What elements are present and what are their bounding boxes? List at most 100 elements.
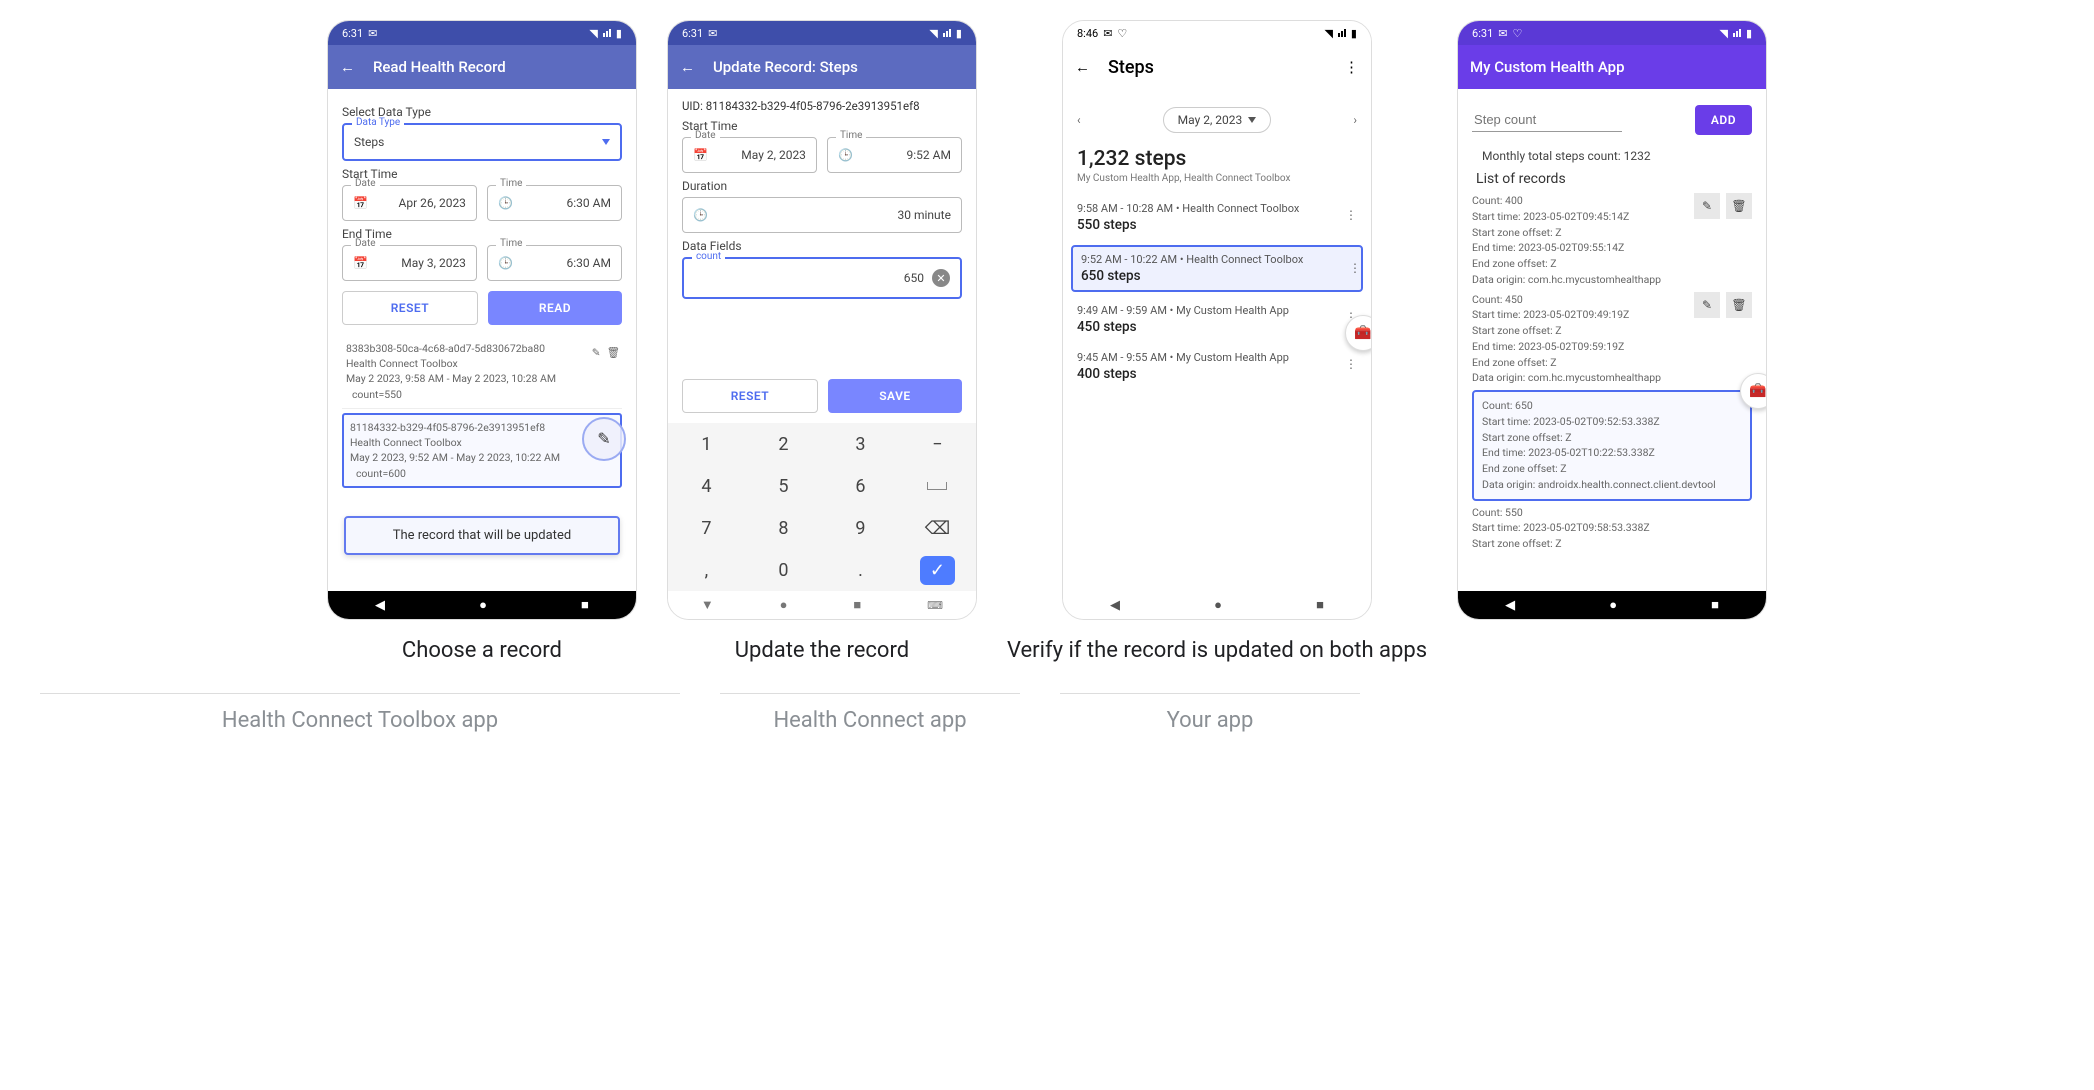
delete-button[interactable]: 🗑 — [1726, 193, 1752, 219]
count-input[interactable]: count 650 ✕ — [682, 257, 962, 299]
entry[interactable]: 9:45 AM - 9:55 AM • My Custom Health App… — [1077, 343, 1357, 390]
back-arrow-icon[interactable]: ← — [680, 58, 695, 76]
end-date-picker[interactable]: Date 📅 May 3, 2023 — [342, 245, 477, 281]
keypad-key[interactable]: 9 — [822, 507, 899, 549]
more-icon[interactable]: ⋮ — [1349, 261, 1361, 275]
start-time-picker[interactable]: Time 🕒 6:30 AM — [487, 185, 622, 221]
add-button[interactable]: ADD — [1695, 105, 1752, 135]
calendar-icon: 📅 — [693, 148, 708, 162]
nav-back-icon[interactable]: ▼ — [701, 597, 714, 613]
keypad-key[interactable]: 1 — [668, 423, 745, 465]
duration-input[interactable]: 🕒 30 minute — [682, 197, 962, 233]
keypad-key[interactable]: ✓ — [899, 549, 976, 591]
entry[interactable]: 9:58 AM - 10:28 AM • Health Connect Tool… — [1077, 194, 1357, 241]
more-icon[interactable]: ⋮ — [1344, 58, 1359, 76]
record-uid: 8383b308-50ca-4c68-a0d7-5d830672ba80 — [346, 341, 618, 356]
list-header: List of records — [1476, 171, 1752, 187]
record-card: Count: 550Start time: 2023-05-02T09:58:5… — [1472, 505, 1752, 552]
nav-recent-icon[interactable]: ■ — [1316, 597, 1324, 613]
chevron-down-icon — [602, 139, 610, 145]
section-label-toolbox: Health Connect Toolbox app — [20, 708, 700, 733]
date-picker[interactable]: Date 📅 May 2, 2023 — [682, 137, 817, 173]
entry-time: 9:52 AM - 10:22 AM • Health Connect Tool… — [1081, 253, 1353, 266]
nav-home-icon[interactable]: ● — [1214, 597, 1222, 613]
app-bar-title: My Custom Health App — [1470, 58, 1625, 76]
records-list: Count: 400Start time: 2023-05-02T09:45:1… — [1472, 193, 1752, 556]
back-arrow-icon[interactable]: ← — [1075, 58, 1090, 76]
start-time-value: 6:30 AM — [567, 196, 611, 210]
nav-back-icon[interactable]: ◀ — [375, 598, 385, 613]
status-bar: 6:31 ✉ ♡ ◥ ▮ — [1458, 21, 1766, 45]
wifi-icon: ◥ — [1324, 27, 1332, 40]
date-selector[interactable]: May 2, 2023 — [1163, 107, 1272, 133]
nav-home-icon[interactable]: ● — [1609, 597, 1617, 613]
back-arrow-icon[interactable]: ← — [340, 58, 355, 76]
edit-icon[interactable]: ✎ — [592, 345, 601, 360]
time-value: 9:52 AM — [907, 148, 951, 162]
nav-back-icon[interactable]: ◀ — [1110, 598, 1120, 613]
android-nav-bar: ◀ ● ■ — [1063, 591, 1371, 619]
keypad-key[interactable]: 8 — [745, 507, 822, 549]
clock-icon: 🕒 — [498, 256, 513, 270]
record-line: End zone offset: Z — [1472, 256, 1688, 272]
record-line: Data origin: com.hc.mycustomhealthapp — [1472, 370, 1688, 386]
keypad-key[interactable]: 5 — [745, 465, 822, 507]
reset-button[interactable]: RESET — [342, 291, 478, 325]
keypad-key[interactable]: , — [668, 549, 745, 591]
time-picker[interactable]: Time 🕒 9:52 AM — [827, 137, 962, 173]
edit-button[interactable]: ✎ — [1694, 292, 1720, 318]
step-count-input[interactable] — [1472, 108, 1622, 132]
keyboard-switch-icon[interactable]: ⌨ — [927, 599, 943, 612]
nav-recent-icon[interactable]: ■ — [581, 597, 589, 613]
clear-icon[interactable]: ✕ — [932, 269, 950, 287]
save-button[interactable]: SAVE — [828, 379, 962, 413]
nav-home-icon[interactable]: ● — [479, 597, 487, 613]
chevron-right-icon[interactable]: › — [1353, 113, 1357, 127]
more-icon[interactable]: ⋮ — [1345, 357, 1357, 371]
start-date-picker[interactable]: Date 📅 Apr 26, 2023 — [342, 185, 477, 221]
trash-icon[interactable]: 🗑 — [607, 345, 620, 360]
edit-circle-highlight[interactable]: ✎ — [582, 417, 626, 461]
nav-recent-icon[interactable]: ■ — [1711, 597, 1719, 613]
keypad-key[interactable]: 2 — [745, 423, 822, 465]
nav-back-icon[interactable]: ◀ — [1505, 598, 1515, 613]
entry-selected[interactable]: 9:52 AM - 10:22 AM • Health Connect Tool… — [1071, 245, 1363, 292]
keypad-key[interactable] — [899, 465, 976, 507]
keypad-key[interactable]: 3 — [822, 423, 899, 465]
read-button[interactable]: READ — [488, 291, 622, 325]
record-count: count=600 — [350, 466, 614, 481]
keypad-key[interactable]: ⌫ — [899, 507, 976, 549]
nav-home-icon[interactable]: ● — [780, 597, 788, 613]
keypad-key[interactable]: . — [822, 549, 899, 591]
keypad-key[interactable]: 6 — [822, 465, 899, 507]
more-icon[interactable]: ⋮ — [1345, 208, 1357, 222]
entry-time: 9:45 AM - 9:55 AM • My Custom Health App — [1077, 351, 1357, 364]
record-line: End time: 2023-05-02T10:22:53.338Z — [1482, 445, 1742, 461]
nav-recent-icon[interactable]: ■ — [853, 597, 861, 613]
start-date-legend: Date — [351, 178, 380, 189]
total-steps: 1,232 steps — [1077, 147, 1357, 171]
data-type-dropdown[interactable]: Data Type Steps — [342, 123, 622, 161]
signal-icon — [1338, 29, 1346, 37]
android-nav-bar: ◀ ● ■ — [328, 591, 636, 619]
keypad-key[interactable]: 7 — [668, 507, 745, 549]
reset-button[interactable]: RESET — [682, 379, 818, 413]
chevron-left-icon[interactable]: ‹ — [1077, 113, 1081, 127]
record-card-body: Count: 400Start time: 2023-05-02T09:45:1… — [1472, 193, 1688, 288]
calendar-icon: 📅 — [353, 196, 368, 210]
delete-button[interactable]: 🗑 — [1726, 292, 1752, 318]
keypad-key[interactable]: 0 — [745, 549, 822, 591]
app-bar-title: Update Record: Steps — [713, 58, 858, 76]
record-item-selected[interactable]: 81184332-b329-4f05-8796-2e3913951ef8 Hea… — [342, 413, 622, 488]
entry[interactable]: 9:49 AM - 9:59 AM • My Custom Health App… — [1077, 296, 1357, 343]
clock-icon: 🕒 — [693, 208, 708, 222]
entry-value: 450 steps — [1077, 319, 1357, 335]
keypad-key[interactable]: 4 — [668, 465, 745, 507]
record-item[interactable]: 8383b308-50ca-4c68-a0d7-5d830672ba80 Hea… — [342, 335, 622, 409]
record-line: Count: 550 — [1472, 505, 1752, 521]
keypad-key[interactable]: − — [899, 423, 976, 465]
mail-icon: ✉ — [708, 27, 717, 40]
edit-button[interactable]: ✎ — [1694, 193, 1720, 219]
record-card-selected: Count: 650Start time: 2023-05-02T09:52:5… — [1472, 390, 1752, 501]
end-time-picker[interactable]: Time 🕒 6:30 AM — [487, 245, 622, 281]
